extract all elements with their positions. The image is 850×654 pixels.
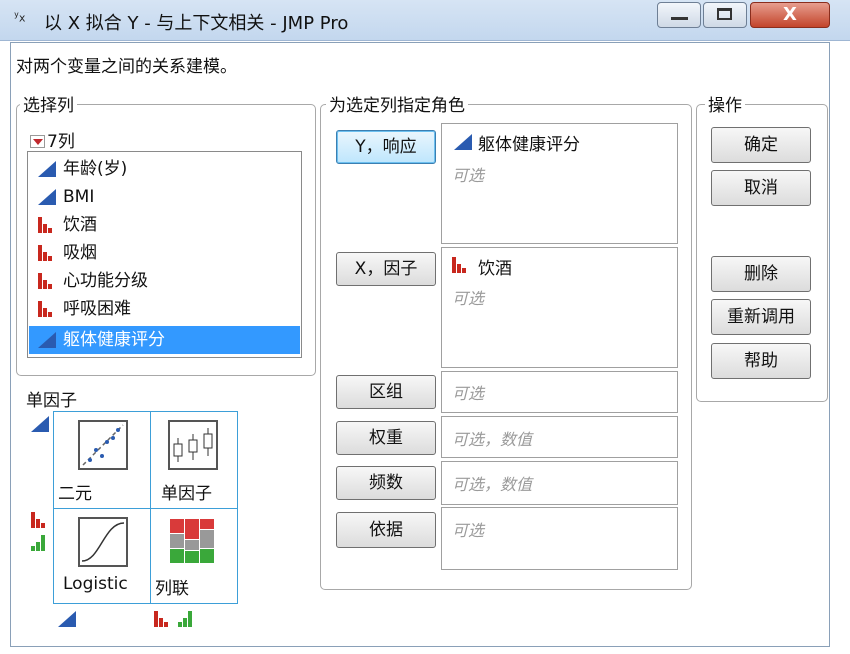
continuous-icon — [58, 611, 76, 627]
role-box-y[interactable]: 躯体健康评分 可选 — [441, 123, 678, 244]
assigned-column-label: 躯体健康评分 — [478, 135, 580, 155]
nominal-icon — [154, 611, 172, 627]
close-button[interactable]: X — [750, 2, 830, 28]
role-box-weight[interactable]: 可选，数值 — [441, 416, 678, 458]
column-list[interactable]: 年龄(岁) BMI 饮酒 吸烟 心功能分级 呼吸困难 躯体健康评分 — [27, 151, 302, 358]
dialog-description: 对两个变量之间的关系建模。 — [16, 57, 237, 77]
remove-button[interactable]: 删除 — [711, 256, 811, 292]
role-button-by[interactable]: 依据 — [336, 512, 436, 548]
nominal-icon — [31, 512, 49, 528]
platform-contingency[interactable]: 列联 — [150, 508, 238, 604]
role-button-y[interactable]: Y，响应 — [336, 130, 436, 164]
column-label: 吸烟 — [63, 243, 97, 263]
platform-title: 单因子 — [26, 391, 77, 411]
yx-platform-icon: yx — [14, 10, 26, 25]
nominal-icon — [452, 257, 470, 273]
column-item-cardiac-class[interactable]: 心功能分级 — [29, 267, 300, 295]
role-box-by[interactable]: 可选 — [441, 507, 678, 570]
role-button-freq[interactable]: 频数 — [336, 466, 436, 500]
column-label: BMI — [63, 187, 95, 207]
nominal-icon — [38, 273, 56, 289]
minimize-button[interactable] — [657, 2, 701, 28]
maximize-icon — [717, 8, 732, 20]
platform-bivariate[interactable]: 二元 — [53, 411, 151, 509]
assigned-column-y[interactable]: 躯体健康评分 — [454, 130, 580, 155]
mosaic-icon — [170, 519, 214, 563]
role-box-block[interactable]: 可选 — [441, 371, 678, 413]
role-hint: 可选 — [452, 384, 485, 403]
ok-button[interactable]: 确定 — [711, 127, 811, 163]
cancel-button[interactable]: 取消 — [711, 170, 811, 206]
help-button[interactable]: 帮助 — [711, 343, 811, 379]
platform-label: 单因子 — [161, 484, 212, 504]
actions-legend: 操作 — [705, 91, 745, 116]
column-item-smoking[interactable]: 吸烟 — [29, 239, 300, 267]
column-item-dyspnea[interactable]: 呼吸困难 — [29, 295, 300, 323]
logistic-curve-icon — [78, 517, 128, 567]
role-box-freq[interactable]: 可选，数值 — [441, 461, 678, 505]
platform-logistic[interactable]: Logistic — [53, 508, 151, 604]
column-item-drinking[interactable]: 饮酒 — [29, 211, 300, 239]
assigned-column-x[interactable]: 饮酒 — [452, 254, 512, 279]
minimize-icon — [671, 17, 688, 20]
nominal-icon — [38, 217, 56, 233]
role-hint: 可选，数值 — [452, 475, 533, 494]
oneway-icon — [168, 420, 218, 470]
role-hint: 可选 — [452, 521, 485, 540]
platform-label: 二元 — [58, 484, 92, 504]
scatterplot-icon — [78, 420, 128, 470]
maximize-button[interactable] — [703, 2, 747, 28]
window-title: 以 X 拟合 Y - 与上下文相关 - JMP Pro — [44, 13, 349, 34]
platform-label: Logistic — [63, 574, 128, 594]
column-item-age[interactable]: 年龄(岁) — [29, 155, 300, 183]
column-label: 呼吸困难 — [63, 299, 131, 319]
role-box-x[interactable]: 饮酒 可选 — [441, 247, 678, 368]
role-hint: 可选，数值 — [452, 430, 533, 449]
continuous-icon — [38, 161, 56, 177]
continuous-icon — [31, 416, 49, 432]
column-count-dropdown[interactable]: 7列 — [30, 127, 75, 152]
column-label: 躯体健康评分 — [63, 330, 165, 350]
column-label: 心功能分级 — [63, 271, 148, 291]
assigned-column-label: 饮酒 — [478, 259, 512, 279]
continuous-icon — [454, 134, 472, 150]
platform-oneway[interactable]: 单因子 — [150, 411, 238, 509]
ordinal-icon — [31, 535, 49, 551]
ordinal-icon — [178, 611, 196, 627]
select-columns-legend: 选择列 — [20, 91, 77, 116]
column-count-label: 7列 — [47, 132, 75, 152]
role-hint: 可选 — [452, 289, 485, 308]
continuous-icon — [38, 189, 56, 205]
role-button-x[interactable]: X，因子 — [336, 252, 436, 286]
column-item-physical-health-score[interactable]: 躯体健康评分 — [29, 326, 300, 354]
continuous-icon — [38, 332, 56, 348]
role-button-weight[interactable]: 权重 — [336, 421, 436, 455]
nominal-icon — [38, 245, 56, 261]
assign-roles-legend: 为选定列指定角色 — [326, 91, 468, 116]
close-icon: X — [783, 4, 797, 25]
column-label: 饮酒 — [63, 215, 97, 235]
column-item-bmi[interactable]: BMI — [29, 183, 300, 211]
role-button-block[interactable]: 区组 — [336, 375, 436, 409]
platform-label: 列联 — [155, 579, 189, 599]
recall-button[interactable]: 重新调用 — [711, 299, 811, 335]
role-hint: 可选 — [452, 166, 485, 185]
red-triangle-menu-icon[interactable] — [30, 135, 45, 148]
nominal-icon — [38, 301, 56, 317]
column-label: 年龄(岁) — [63, 159, 128, 179]
